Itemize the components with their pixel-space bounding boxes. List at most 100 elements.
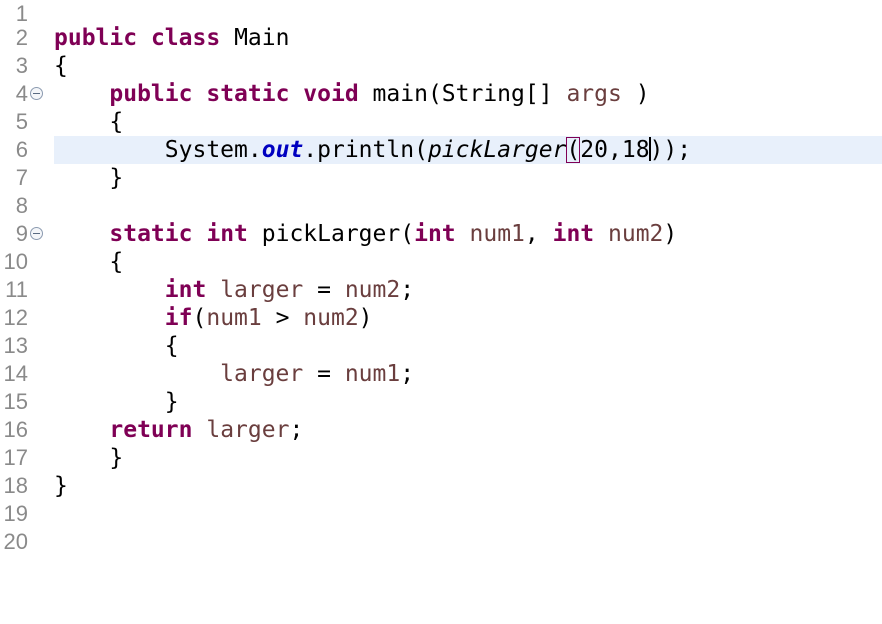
line-code[interactable]: { <box>54 248 882 276</box>
assign-op: = <box>303 277 345 303</box>
code-line-6-current[interactable]: 6 System.out.println(pickLarger(20,18)); <box>0 136 882 164</box>
code-line-14[interactable]: 14 larger = num1; <box>0 360 882 388</box>
line-code[interactable]: } <box>54 388 882 416</box>
line-number: 11 <box>5 277 28 302</box>
paren: ) <box>635 81 650 107</box>
literal-20: 20 <box>580 137 608 163</box>
line-code[interactable]: int larger = num2; <box>54 276 882 304</box>
local-larger: larger <box>220 361 304 387</box>
line-code[interactable] <box>54 500 882 528</box>
line-code[interactable]: if(num1 > num2) <box>54 304 882 332</box>
keyword-int: int <box>206 221 248 247</box>
line-code[interactable]: } <box>54 444 882 472</box>
paren: ) <box>663 221 678 247</box>
var-num2: num2 <box>303 305 359 331</box>
dot: . <box>303 137 318 163</box>
code-line-4[interactable]: 4 public static void main(String[] args … <box>0 80 882 108</box>
line-code[interactable]: public class Main <box>54 24 882 52</box>
brace: } <box>54 473 68 499</box>
line-number: 4 <box>15 81 28 106</box>
type-name: String <box>441 81 525 107</box>
code-line-10[interactable]: 10 { <box>0 248 882 276</box>
keyword-static: static <box>206 81 290 107</box>
code-line-17[interactable]: 17 } <box>0 444 882 472</box>
paren: ( <box>414 137 428 163</box>
closing-tokens: )); <box>649 137 692 163</box>
line-code[interactable]: { <box>54 332 882 360</box>
brace: { <box>164 333 179 359</box>
semicolon: ; <box>400 277 415 303</box>
line-code[interactable]: } <box>54 472 882 500</box>
code-line-5[interactable]: 5 { <box>0 108 882 136</box>
keyword-public: public <box>54 25 138 51</box>
line-number: 2 <box>15 25 28 50</box>
paren: ) <box>358 305 373 331</box>
code-line-2[interactable]: 2 public class Main <box>0 24 882 52</box>
code-line-19[interactable]: 19 <box>0 500 882 528</box>
code-line-15[interactable]: 15 } <box>0 388 882 416</box>
var-num1: num1 <box>206 305 262 331</box>
code-line-9[interactable]: 9 static int pickLarger(int num1, int nu… <box>0 220 882 248</box>
code-line-7[interactable]: 7 } <box>0 164 882 192</box>
var-num2: num2 <box>344 277 401 303</box>
brace: } <box>164 389 179 415</box>
line-code[interactable]: { <box>54 108 882 136</box>
code-line-18[interactable]: 18 } <box>0 472 882 500</box>
array-brackets: [] <box>524 81 553 107</box>
class-name: Main <box>234 25 290 51</box>
line-code[interactable]: } <box>54 164 882 192</box>
class-system: System <box>164 137 248 163</box>
brace: { <box>109 109 124 135</box>
line-code[interactable]: { <box>54 52 882 80</box>
line-number: 17 <box>3 445 28 470</box>
line-number: 19 <box>3 501 28 526</box>
keyword-class: class <box>150 25 221 51</box>
local-larger: larger <box>206 417 290 443</box>
line-code[interactable]: static int pickLarger(int num1, int num2… <box>54 220 882 248</box>
line-number: 3 <box>15 53 28 78</box>
code-line-8[interactable]: 8 <box>0 192 882 220</box>
code-editor[interactable]: 1 2 public class Main 3 { 4 public stati… <box>0 0 882 624</box>
greater-op: > <box>261 305 304 331</box>
comma: , <box>524 221 553 247</box>
brace: } <box>109 165 124 191</box>
keyword-return: return <box>109 417 193 443</box>
local-larger: larger <box>220 277 304 303</box>
line-number: 10 <box>3 249 28 274</box>
keyword-void: void <box>303 81 359 107</box>
line-code[interactable]: System.out.println(pickLarger(20,18)); <box>54 136 882 164</box>
method-name: main <box>372 81 428 107</box>
line-code[interactable]: return larger; <box>54 416 882 444</box>
code-line-20[interactable]: 20 <box>0 528 882 556</box>
line-code[interactable] <box>54 192 882 220</box>
comma: , <box>607 137 622 163</box>
code-line-13[interactable]: 13 { <box>0 332 882 360</box>
code-line-12[interactable]: 12 if(num1 > num2) <box>0 304 882 332</box>
semicolon: ; <box>289 417 304 443</box>
line-code[interactable] <box>54 528 882 556</box>
assign-op: = <box>303 361 345 387</box>
code-line-11[interactable]: 11 int larger = num2; <box>0 276 882 304</box>
brace: { <box>109 249 124 275</box>
line-number: 18 <box>3 473 28 498</box>
paren: ( <box>400 221 415 247</box>
line-number: 6 <box>15 137 28 162</box>
paren: ( <box>427 81 442 107</box>
line-number: 20 <box>3 529 28 554</box>
code-line-16[interactable]: 16 return larger; <box>0 416 882 444</box>
line-number: 15 <box>3 389 28 414</box>
fold-collapse-icon[interactable] <box>30 87 43 100</box>
line-number: 7 <box>15 165 28 190</box>
line-number: 5 <box>15 109 28 134</box>
matching-bracket-highlight: ( <box>566 137 581 163</box>
paren: ( <box>192 305 207 331</box>
code-line-3[interactable]: 3 { <box>0 52 882 80</box>
static-field-out: out <box>261 137 304 163</box>
line-number: 16 <box>3 417 28 442</box>
brace: } <box>109 445 124 471</box>
keyword-int: int <box>414 221 456 247</box>
line-number: 8 <box>15 193 28 218</box>
line-code[interactable]: public static void main(String[] args ) <box>54 80 882 108</box>
line-code[interactable]: larger = num1; <box>54 360 882 388</box>
fold-collapse-icon[interactable] <box>30 227 43 240</box>
